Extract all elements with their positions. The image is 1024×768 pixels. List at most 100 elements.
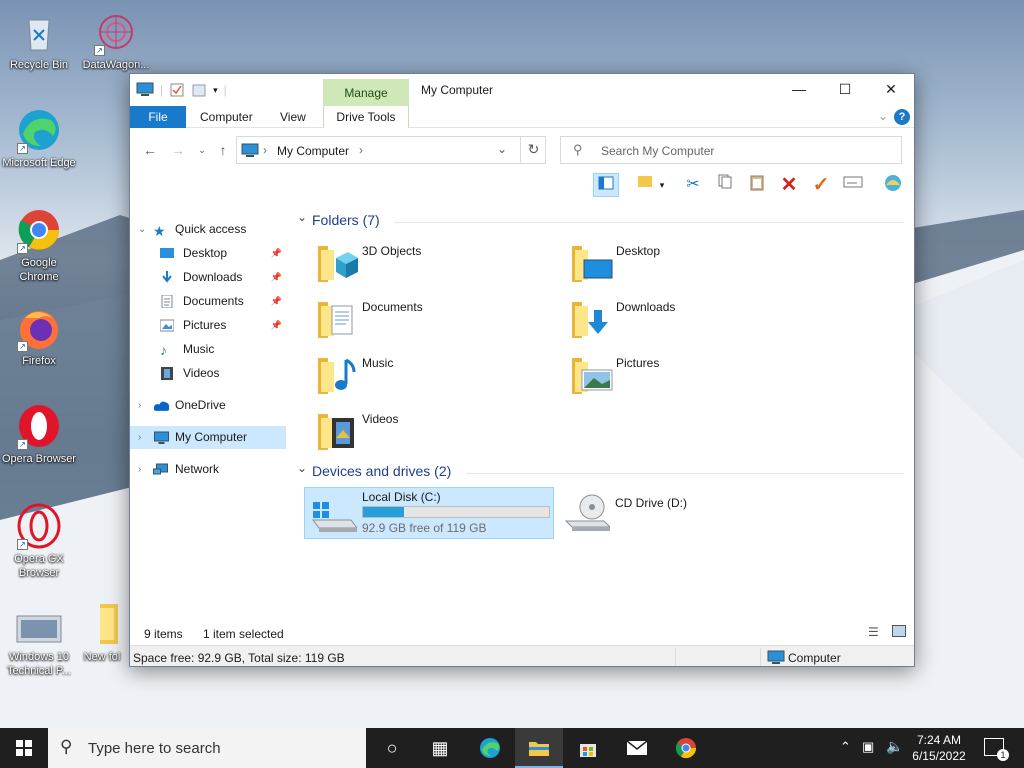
- folder-desktop[interactable]: Desktop: [548, 236, 798, 286]
- tab-file[interactable]: File: [130, 106, 186, 128]
- folder-3d-objects[interactable]: 3D Objects: [294, 236, 544, 286]
- content-pane[interactable]: ⌄ Folders (7) 3D Objects Desktop Documen…: [294, 206, 912, 618]
- recent-locations-button[interactable]: ⌄: [192, 140, 212, 160]
- downloads-folder-icon: [572, 302, 608, 338]
- folder-documents[interactable]: Documents: [294, 292, 544, 342]
- taskbar-file-explorer-button[interactable]: [515, 728, 563, 768]
- address-dropdown-icon[interactable]: ⌄: [497, 142, 507, 156]
- large-icons-view-icon[interactable]: [892, 625, 906, 637]
- desktop-icon-new-folder[interactable]: New fol: [76, 600, 128, 664]
- documents-folder-icon: [318, 302, 353, 338]
- nav-network[interactable]: › Network: [130, 458, 286, 481]
- expand-chevron-icon[interactable]: ⌄: [138, 218, 146, 241]
- group-header-folders[interactable]: ⌄ Folders (7): [294, 210, 906, 232]
- folder-pictures[interactable]: Pictures: [548, 348, 798, 398]
- help-button[interactable]: ?: [894, 109, 910, 125]
- nav-label: Music: [183, 342, 215, 356]
- group-title: Folders (7): [312, 212, 380, 228]
- task-view-button[interactable]: ▦: [416, 728, 464, 768]
- desktop-icon-firefox[interactable]: ↗ Firefox: [1, 304, 77, 368]
- expand-ribbon-icon[interactable]: ⌄: [878, 109, 888, 123]
- star-icon: ★: [153, 223, 166, 239]
- address-bar[interactable]: › My Computer › ⌄: [236, 136, 546, 164]
- refresh-button[interactable]: ↻: [520, 136, 546, 164]
- expand-chevron-icon[interactable]: ›: [138, 394, 141, 417]
- desktop-icon-windows-preview[interactable]: Windows 10 Technical P...: [1, 608, 77, 678]
- address-path[interactable]: My Computer: [277, 144, 349, 158]
- new-folder-icon[interactable]: [191, 82, 207, 98]
- nav-item-videos[interactable]: Videos: [130, 362, 286, 385]
- drive-cd-d[interactable]: CD Drive (D:): [558, 487, 808, 539]
- nav-quick-access[interactable]: ⌄ ★ Quick access: [130, 218, 286, 241]
- taskbar-search-input[interactable]: Type here to search: [88, 740, 221, 757]
- folder-videos[interactable]: Videos: [294, 404, 544, 454]
- folder-music[interactable]: Music: [294, 348, 544, 398]
- explorer-window[interactable]: | ▾ | Manage My Computer — ☐ ✕ File Comp…: [129, 73, 915, 667]
- desktop-icon-chrome[interactable]: ↗ Google Chrome: [1, 206, 77, 284]
- nav-item-music[interactable]: ♪ Music: [130, 338, 286, 361]
- search-input[interactable]: Search My Computer: [601, 144, 714, 158]
- network-status-icon[interactable]: ▣: [862, 739, 874, 755]
- start-button[interactable]: [0, 728, 48, 768]
- new-item-icon[interactable]: [632, 173, 658, 197]
- nav-label: Downloads: [183, 270, 243, 284]
- copy-icon[interactable]: [712, 173, 738, 197]
- tab-drive-tools[interactable]: Drive Tools: [323, 106, 409, 128]
- details-view-icon[interactable]: ☰: [868, 625, 879, 639]
- minimize-button[interactable]: —: [776, 74, 822, 104]
- forward-button[interactable]: →: [168, 140, 188, 160]
- expand-chevron-icon[interactable]: ›: [138, 426, 141, 449]
- desktop-icon-opera[interactable]: ↗ Opera Browser: [1, 402, 77, 466]
- group-header-devices[interactable]: ⌄ Devices and drives (2): [294, 461, 906, 483]
- tab-manage[interactable]: Manage: [323, 79, 409, 106]
- details-status-bar: Space free: 92.9 GB, Total size: 119 GB …: [130, 645, 914, 666]
- desktop-icon-label: New fol: [83, 651, 121, 663]
- nav-my-computer[interactable]: › My Computer: [130, 426, 286, 449]
- paste-icon[interactable]: [744, 173, 770, 197]
- drive-local-disk-c[interactable]: Local Disk (C:) 92.9 GB free of 119 GB: [304, 487, 554, 539]
- collapse-chevron-icon[interactable]: ⌄: [297, 461, 307, 475]
- up-button[interactable]: ↑: [213, 140, 233, 160]
- close-button[interactable]: ✕: [868, 74, 914, 104]
- back-button[interactable]: ←: [140, 140, 160, 160]
- cortana-button[interactable]: ○: [368, 728, 416, 768]
- desktop-icon-edge[interactable]: ↗ Microsoft Edge: [1, 106, 77, 170]
- folder-downloads[interactable]: Downloads: [548, 292, 798, 342]
- maximize-button[interactable]: ☐: [822, 74, 868, 104]
- confirm-icon[interactable]: ✓: [808, 173, 834, 197]
- notification-center-button[interactable]: 1: [984, 738, 1009, 761]
- preview-pane-icon[interactable]: [593, 173, 619, 197]
- shell-icon[interactable]: [880, 173, 906, 197]
- volume-icon[interactable]: 🔈: [886, 738, 903, 755]
- properties-icon[interactable]: [169, 82, 185, 98]
- nav-item-documents[interactable]: Documents 📌: [130, 290, 286, 313]
- desktop-icon-datawagon[interactable]: ↗ DataWagon...: [78, 8, 154, 72]
- desktop-icon-label: Opera GX Browser: [14, 553, 64, 579]
- delete-icon[interactable]: ✕: [776, 173, 802, 197]
- title-bar[interactable]: | ▾ | Manage My Computer — ☐ ✕: [130, 74, 914, 106]
- expand-chevron-icon[interactable]: ›: [138, 458, 141, 481]
- nav-item-desktop[interactable]: Desktop 📌: [130, 242, 286, 265]
- drive-name: Local Disk (C:): [362, 490, 441, 504]
- cut-icon[interactable]: ✂: [680, 173, 706, 197]
- taskbar-mail-button[interactable]: [613, 728, 661, 768]
- rename-icon[interactable]: [840, 173, 866, 197]
- taskbar-chrome-button[interactable]: [662, 728, 710, 768]
- collapse-chevron-icon[interactable]: ⌄: [297, 210, 307, 224]
- tab-view[interactable]: View: [280, 106, 306, 128]
- new-item-dropdown-icon[interactable]: ▾: [656, 173, 668, 197]
- desktop-icon-opera-gx[interactable]: ↗ Opera GX Browser: [1, 502, 77, 580]
- taskbar-edge-button[interactable]: [466, 728, 514, 768]
- nav-item-downloads[interactable]: Downloads 📌: [130, 266, 286, 289]
- nav-onedrive[interactable]: › OneDrive: [130, 394, 286, 417]
- search-box[interactable]: ⚲ Search My Computer: [560, 136, 902, 164]
- clock[interactable]: 7:24 AM 6/15/2022: [906, 732, 972, 764]
- address-row: ← → ⌄ ↑ › My Computer › ⌄ ↻ ⚲ Search My …: [130, 134, 914, 164]
- desktop-icon-recycle-bin[interactable]: Recycle Bin: [1, 8, 77, 72]
- show-hidden-icons-button[interactable]: ⌃: [840, 739, 851, 755]
- customize-toolbar-icon[interactable]: ▾: [213, 85, 218, 96]
- taskbar-search-box[interactable]: ⚲ Type here to search: [48, 728, 366, 768]
- taskbar-store-button[interactable]: [564, 728, 612, 768]
- nav-item-pictures[interactable]: Pictures 📌: [130, 314, 286, 337]
- tab-computer[interactable]: Computer: [200, 106, 253, 128]
